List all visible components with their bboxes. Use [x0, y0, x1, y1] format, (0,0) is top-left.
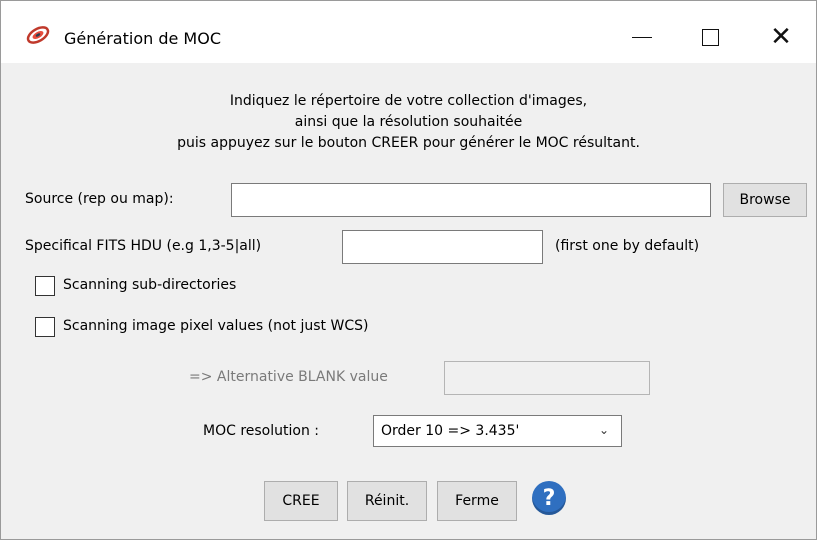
scan-subdirs-label: Scanning sub-directories — [63, 277, 237, 293]
maximize-button[interactable] — [675, 13, 745, 61]
instruction-line-3: puis appuyez sur le bouton CREER pour gé… — [177, 135, 640, 151]
hdu-hint: (first one by default) — [555, 238, 700, 254]
browse-button[interactable]: Browse — [723, 183, 807, 217]
instructions: Indiquez le répertoire de votre collecti… — [1, 91, 816, 154]
aladin-logo-icon — [26, 26, 50, 44]
source-label: Source (rep ou map): — [25, 191, 174, 207]
hdu-input[interactable] — [342, 230, 543, 264]
hdu-label: Specifical FITS HDU (e.g 1,3-5|all) — [25, 238, 262, 254]
instruction-line-2: ainsi que la résolution souhaitée — [294, 114, 523, 130]
close-icon: ✕ — [770, 22, 792, 52]
scan-pixels-checkbox[interactable] — [35, 317, 55, 337]
scan-pixels-label: Scanning image pixel values (not just WC… — [63, 318, 369, 334]
blank-value-input[interactable] — [444, 361, 650, 395]
window-title: Génération de MOC — [64, 29, 221, 48]
create-button[interactable]: CREE — [264, 481, 338, 521]
moc-resolution-label: MOC resolution : — [203, 423, 319, 439]
instruction-line-1: Indiquez le répertoire de votre collecti… — [229, 93, 588, 109]
scan-subdirs-checkbox[interactable] — [35, 276, 55, 296]
blank-value-label: => Alternative BLANK value — [189, 369, 388, 385]
chevron-down-icon: ⌄ — [598, 423, 609, 437]
minimize-icon — [632, 36, 652, 38]
source-input[interactable] — [231, 183, 711, 217]
moc-resolution-value: Order 10 => 3.435' — [381, 423, 520, 439]
maximize-icon — [701, 28, 719, 46]
close-button[interactable]: Ferme — [437, 481, 517, 521]
close-window-button[interactable]: ✕ — [746, 13, 816, 61]
reset-button[interactable]: Réinit. — [347, 481, 427, 521]
help-icon[interactable]: ? — [532, 481, 566, 515]
title-bar: Génération de MOC ✕ — [1, 1, 816, 63]
minimize-button[interactable] — [607, 13, 677, 61]
moc-generation-window: Génération de MOC ✕ Indiquez le répertoi… — [0, 0, 817, 540]
moc-resolution-select[interactable]: Order 10 => 3.435' ⌄ — [373, 415, 622, 447]
